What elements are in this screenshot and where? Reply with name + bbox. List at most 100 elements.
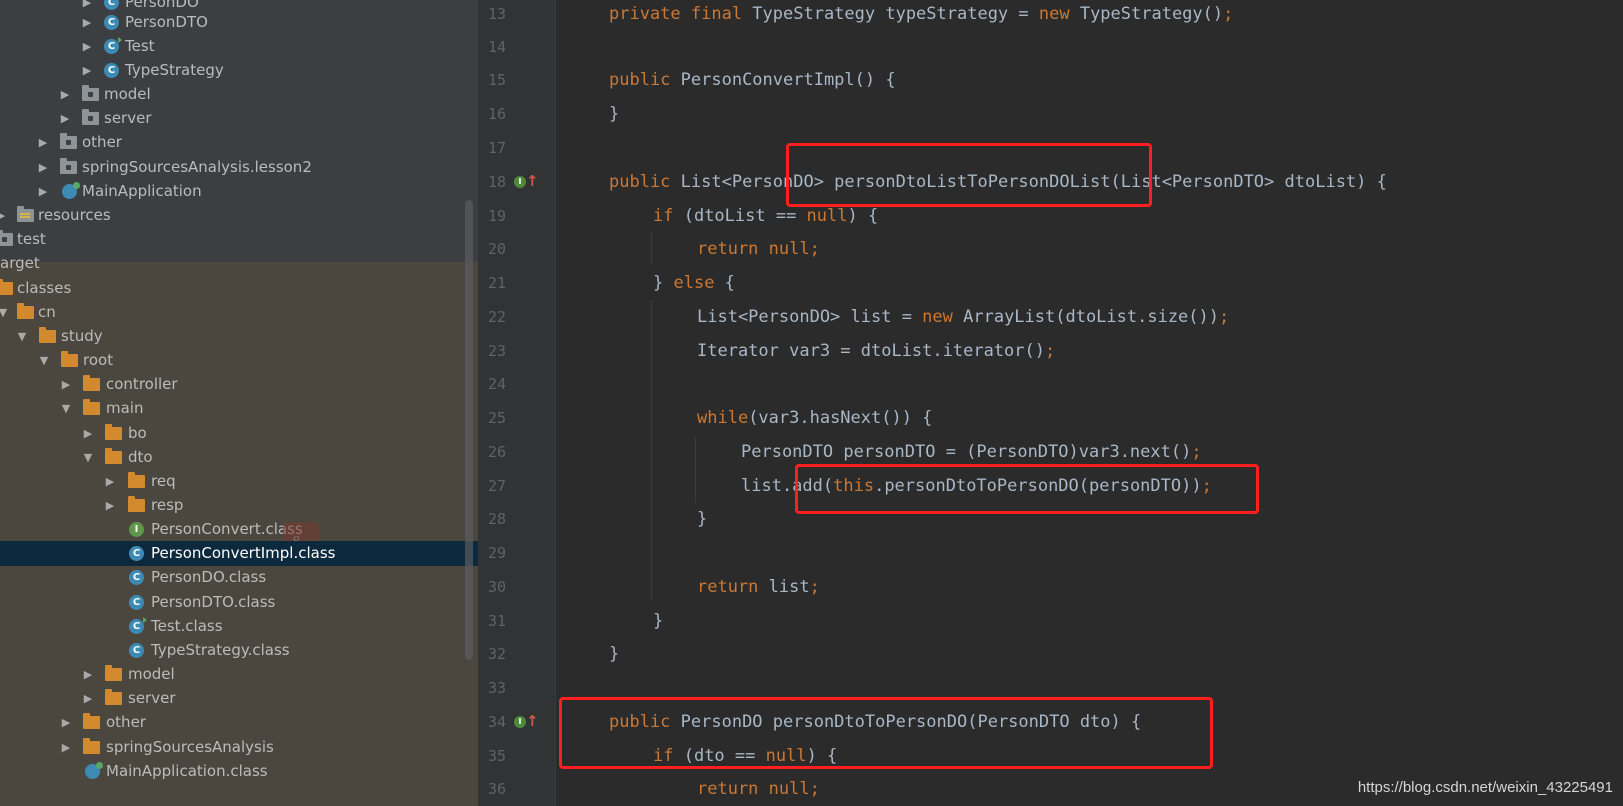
line-number: 19 bbox=[487, 207, 506, 225]
collapse-arrow-icon[interactable]: ▼ bbox=[59, 396, 73, 421]
line-number: 31 bbox=[487, 612, 506, 630]
code-line-31: } bbox=[653, 611, 664, 631]
tree-item[interactable]: ▼ dto bbox=[0, 445, 478, 470]
tree-item[interactable]: C TypeStrategy.class bbox=[0, 638, 478, 663]
collapse-arrow-icon[interactable]: ▼ bbox=[15, 324, 29, 349]
expand-arrow-icon[interactable]: ▶ bbox=[59, 735, 73, 760]
tree-item[interactable]: ▶ server bbox=[0, 106, 478, 131]
code-line-20: return null; bbox=[697, 239, 820, 259]
expand-arrow-icon[interactable]: ▶ bbox=[81, 686, 95, 711]
line-number: 22 bbox=[487, 308, 506, 326]
tree-item[interactable]: ▶ bo bbox=[0, 421, 478, 446]
line-number: 21 bbox=[487, 274, 506, 292]
tree-item[interactable]: ▶ req bbox=[0, 469, 478, 494]
tree-item[interactable]: ▶ C PersonDTO bbox=[0, 10, 478, 35]
expand-arrow-icon[interactable]: ▶ bbox=[103, 493, 117, 518]
expand-arrow-icon[interactable]: ▶ bbox=[36, 155, 50, 180]
package-folder-icon bbox=[82, 109, 99, 125]
class-icon: C bbox=[129, 643, 144, 658]
tree-item[interactable]: ▼ study bbox=[0, 324, 478, 349]
tree-item[interactable]: ▶ server bbox=[0, 686, 478, 711]
class-icon: C bbox=[104, 63, 119, 78]
expand-arrow-icon[interactable]: ▶ bbox=[81, 421, 95, 446]
line-number: 15 bbox=[487, 71, 506, 89]
collapse-arrow-icon[interactable]: ▼ bbox=[81, 445, 95, 470]
spring-app-icon bbox=[85, 762, 103, 779]
line-number-gutter: 13 14 15 16 17 18 19 20 21 22 23 24 25 2… bbox=[478, 0, 556, 806]
expand-arrow-icon[interactable]: ▶ bbox=[81, 662, 95, 687]
code-line-16: } bbox=[609, 104, 620, 124]
tree-item[interactable]: classes bbox=[0, 276, 478, 301]
tree-item[interactable]: I PersonConvert.class bbox=[0, 517, 478, 542]
tree-item[interactable]: ▶ springSourcesAnalysis.lesson2 bbox=[0, 155, 478, 180]
line-number: 26 bbox=[487, 443, 506, 461]
class-icon: C bbox=[104, 15, 119, 30]
folder-icon bbox=[83, 738, 100, 754]
tree-item[interactable]: ▼ root bbox=[0, 348, 478, 373]
tree-item[interactable]: ▶ C TypeStrategy bbox=[0, 58, 478, 83]
tree-item[interactable]: ▼ cn bbox=[0, 300, 478, 325]
highlight-box bbox=[795, 464, 1259, 514]
class-icon: C bbox=[129, 570, 144, 585]
collapse-arrow-icon[interactable]: ▼ bbox=[37, 348, 51, 373]
code-line-36: return null; bbox=[697, 779, 820, 799]
tree-item[interactable]: ▶ resources bbox=[0, 203, 478, 228]
expand-arrow-icon[interactable]: ▶ bbox=[59, 710, 73, 735]
folder-icon bbox=[39, 327, 56, 343]
code-area[interactable]: private final TypeStrategy typeStrategy … bbox=[556, 0, 1623, 806]
line-number: 24 bbox=[487, 375, 506, 393]
expand-arrow-icon[interactable]: ▶ bbox=[0, 203, 8, 228]
line-number: 33 bbox=[487, 679, 506, 697]
expand-arrow-icon[interactable]: ▶ bbox=[36, 130, 50, 155]
tree-item[interactable]: arget bbox=[0, 251, 478, 276]
tree-item[interactable]: ▶ model bbox=[0, 82, 478, 107]
expand-arrow-icon[interactable]: ▶ bbox=[103, 469, 117, 494]
tree-item-selected[interactable]: C PersonConvertImpl.class bbox=[0, 541, 478, 566]
line-number: 28 bbox=[487, 510, 506, 528]
code-editor[interactable]: 13 14 15 16 17 18 19 20 21 22 23 24 25 2… bbox=[478, 0, 1623, 806]
class-icon: C bbox=[104, 0, 119, 10]
tree-item[interactable]: C PersonDO.class bbox=[0, 565, 478, 590]
tree-item[interactable]: ▶ C Test bbox=[0, 34, 478, 59]
expand-arrow-icon[interactable]: ▶ bbox=[58, 106, 72, 131]
code-line-23: Iterator var3 = dtoList.iterator(); bbox=[697, 341, 1056, 361]
line-number: 14 bbox=[487, 38, 506, 56]
package-folder-icon bbox=[82, 85, 99, 101]
code-line-30: return list; bbox=[697, 577, 820, 597]
expand-arrow-icon[interactable]: ▶ bbox=[59, 372, 73, 397]
indent-guide bbox=[695, 437, 696, 503]
tree-item[interactable]: ▶ other bbox=[0, 710, 478, 735]
expand-arrow-icon[interactable]: ▶ bbox=[80, 10, 94, 35]
tree-item[interactable]: ▶ springSourcesAnalysis bbox=[0, 735, 478, 760]
expand-arrow-icon[interactable]: ▶ bbox=[80, 58, 94, 83]
tree-item[interactable]: C Test.class bbox=[0, 614, 478, 639]
line-number: 16 bbox=[487, 105, 506, 123]
tree-item[interactable]: ▶ controller bbox=[0, 372, 478, 397]
code-line-25: while(var3.hasNext()) { bbox=[697, 408, 933, 428]
tree-item[interactable]: C PersonDTO.class bbox=[0, 590, 478, 615]
collapse-arrow-icon[interactable]: ▼ bbox=[0, 300, 10, 325]
tree-item[interactable]: ▶ MainApplication bbox=[0, 179, 478, 204]
folder-icon bbox=[83, 375, 100, 391]
line-number: 25 bbox=[487, 409, 506, 427]
tree-item[interactable]: ▶ model bbox=[0, 662, 478, 687]
expand-arrow-icon[interactable]: ▶ bbox=[36, 179, 50, 204]
project-tree[interactable]: ▶ C PersonDO ▶ C PersonDTO ▶ C Test ▶ C … bbox=[0, 0, 478, 806]
tree-item[interactable]: ▶ other bbox=[0, 130, 478, 155]
line-number: 20 bbox=[487, 240, 506, 258]
implements-marker-icon[interactable]: I ↑ bbox=[514, 712, 539, 731]
tree-item[interactable]: MainApplication.class bbox=[0, 759, 478, 784]
highlight-box bbox=[786, 143, 1152, 207]
line-number: 35 bbox=[487, 747, 506, 765]
code-line-21: } else { bbox=[653, 273, 735, 293]
implements-marker-icon[interactable]: I ↑ bbox=[514, 172, 539, 191]
folder-icon bbox=[17, 303, 34, 319]
test-class-icon: C bbox=[104, 37, 122, 54]
tree-scrollbar[interactable] bbox=[465, 200, 473, 660]
tree-item[interactable]: ▶ resp bbox=[0, 493, 478, 518]
tree-item[interactable]: test bbox=[0, 227, 478, 252]
code-line-22: List<PersonDO> list = new ArrayList(dtoL… bbox=[697, 307, 1230, 327]
expand-arrow-icon[interactable]: ▶ bbox=[58, 82, 72, 107]
tree-item[interactable]: ▼ main bbox=[0, 396, 478, 421]
expand-arrow-icon[interactable]: ▶ bbox=[80, 34, 94, 59]
